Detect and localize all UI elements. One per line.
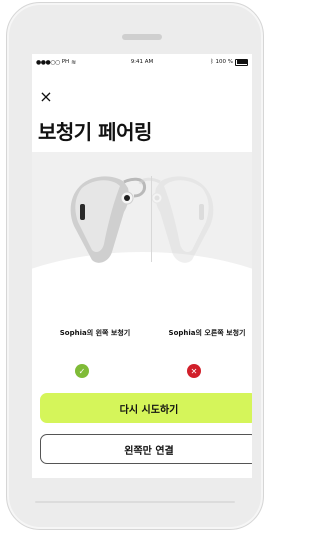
status-bar: ●●●○○ PH ≋ 9:41 AM ᛒ 100 %: [32, 54, 252, 70]
bluetooth-icon: ᛒ: [210, 59, 214, 65]
battery-icon: [235, 58, 248, 66]
phone-speaker: [122, 34, 162, 40]
phone-frame: ●●●○○ PH ≋ 9:41 AM ᛒ 100 % × 보청기 페어링 Sop…: [6, 2, 264, 530]
check-icon: ✓: [75, 364, 89, 378]
cross-icon: ✕: [187, 364, 201, 378]
app-screen: ●●●○○ PH ≋ 9:41 AM ᛒ 100 % × 보청기 페어링 Sop…: [32, 54, 252, 478]
home-indicator: [35, 501, 235, 503]
left-hearing-aid-image: [70, 176, 146, 263]
hearing-aids-illustration: [70, 176, 214, 263]
left-device-label: Sophia의 왼쪽 보청기: [59, 329, 131, 337]
close-icon[interactable]: ×: [38, 89, 54, 105]
status-right: ᛒ 100 %: [210, 58, 248, 66]
page-title: 보청기 페어링: [38, 120, 152, 144]
retry-button[interactable]: 다시 시도하기: [40, 393, 252, 423]
connect-left-only-button[interactable]: 왼쪽만 연결: [40, 434, 252, 464]
right-device-label: Sophia의 오른쪽 보청기: [168, 329, 246, 337]
battery-percent: 100 %: [215, 59, 233, 65]
ear-divider: [151, 176, 152, 262]
